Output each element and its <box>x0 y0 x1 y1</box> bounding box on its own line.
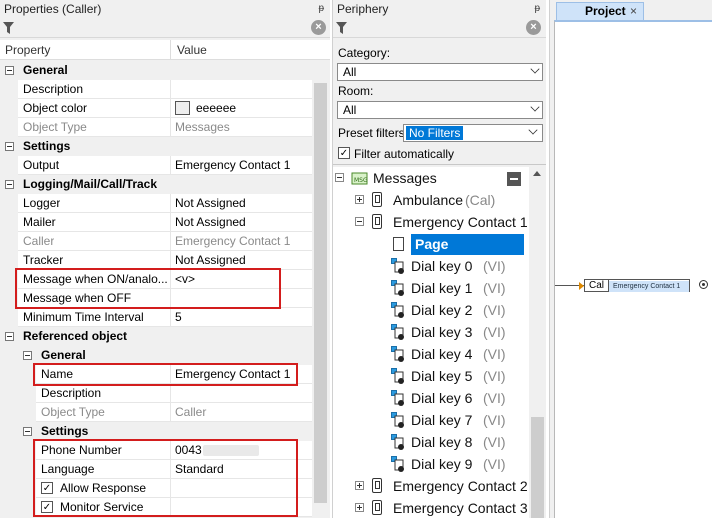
virtual-input-icon <box>391 346 404 362</box>
preset-filters-label: Preset filters <box>338 126 405 140</box>
row-allow-response[interactable]: ✓ Allow Response <box>0 479 312 498</box>
room-select[interactable]: All <box>337 101 543 119</box>
row-ref-object-type: Object Type Caller <box>0 403 312 422</box>
virtual-input-icon <box>391 324 404 340</box>
collapse-icon[interactable] <box>5 66 14 75</box>
chevron-down-icon <box>528 125 538 135</box>
periphery-title-bar: Periphery ᵽ <box>333 0 546 18</box>
virtual-input-icon <box>391 456 404 472</box>
row-ref-description[interactable]: Description <box>0 384 312 403</box>
group-logging[interactable]: Logging/Mail/Call/Track <box>0 175 312 194</box>
row-monitor-service[interactable]: ✓ Monitor Service <box>0 498 312 517</box>
periphery-panel: Periphery ᵽ × Category: All Room: All Pr… <box>332 0 546 518</box>
virtual-input-icon <box>391 258 404 274</box>
row-object-color[interactable]: Object color eeeeee <box>0 99 312 118</box>
expand-icon[interactable] <box>355 503 364 512</box>
page-icon <box>393 237 404 251</box>
periphery-title: Periphery <box>337 2 389 16</box>
virtual-input-icon <box>391 434 404 450</box>
category-select[interactable]: All <box>337 63 543 81</box>
filter-icon <box>336 22 347 34</box>
collapse-all-icon[interactable] <box>507 172 521 186</box>
room-label: Room: <box>338 84 374 98</box>
collapse-icon[interactable] <box>23 351 32 360</box>
messages-folder-icon: MSG <box>351 172 368 185</box>
expand-icon[interactable] <box>355 195 364 204</box>
group-general[interactable]: General <box>0 61 312 80</box>
virtual-input-icon <box>391 412 404 428</box>
phone-device-icon <box>372 214 382 229</box>
phone-device-icon <box>372 478 382 493</box>
group-settings[interactable]: Settings <box>0 137 312 156</box>
color-swatch[interactable] <box>175 101 190 115</box>
virtual-input-icon <box>391 368 404 384</box>
expand-icon[interactable] <box>355 481 364 490</box>
monitor-service-checkbox[interactable]: ✓ <box>41 501 53 513</box>
periphery-scrollbar[interactable] <box>529 167 546 518</box>
row-tracker[interactable]: Tracker Not Assigned <box>0 251 312 270</box>
row-description[interactable]: Description <box>0 80 312 99</box>
chevron-down-icon <box>530 64 540 74</box>
filter-icon <box>3 22 14 34</box>
group-ref-settings[interactable]: Settings <box>0 422 312 441</box>
collapse-icon[interactable] <box>355 217 364 226</box>
properties-panel: Properties (Caller) ᵽ × Property Value G… <box>0 0 330 518</box>
row-name[interactable]: Name Emergency Contact 1 <box>0 365 312 384</box>
row-object-type: Object Type Messages <box>0 118 312 137</box>
row-message-on[interactable]: Message when ON/analo... <v> <box>0 270 312 289</box>
clear-filter-icon[interactable]: × <box>311 20 326 35</box>
pin-icon[interactable]: ᵽ <box>318 0 324 18</box>
phone-device-icon <box>372 192 382 207</box>
col-value: Value <box>177 43 207 57</box>
svg-text:MSG: MSG <box>354 177 368 184</box>
close-icon[interactable]: × <box>630 3 637 19</box>
row-caller: Caller Emergency Contact 1 <box>0 232 312 251</box>
redacted-block <box>203 445 259 456</box>
periphery-filter-bar[interactable]: × <box>333 18 546 38</box>
col-property: Property <box>5 43 51 57</box>
properties-scrollbar[interactable] <box>312 61 329 518</box>
scrollbar-thumb[interactable] <box>314 83 327 503</box>
allow-response-checkbox[interactable]: ✓ <box>41 482 53 494</box>
collapse-icon[interactable] <box>5 332 14 341</box>
project-panel: Project × Cal Emergency Contact 1 <box>549 0 712 518</box>
virtual-input-icon <box>391 302 404 318</box>
category-label: Category: <box>338 46 391 60</box>
pin-icon[interactable]: ᵽ <box>534 0 540 18</box>
collapse-icon[interactable] <box>335 173 344 182</box>
output-port-icon[interactable] <box>699 280 708 289</box>
periphery-tree: MSG Messages Ambulance (Cal) Emergency C… <box>333 167 529 518</box>
tab-project[interactable]: Project × <box>556 2 644 20</box>
caller-block[interactable]: Cal Emergency Contact 1 <box>584 279 691 292</box>
row-message-off[interactable]: Message when OFF <box>0 289 312 308</box>
row-phone-number[interactable]: Phone Number 0043 <box>0 441 312 460</box>
row-min-time-interval[interactable]: Minimum Time Interval 5 <box>0 308 312 327</box>
row-mailer[interactable]: Mailer Not Assigned <box>0 213 312 232</box>
project-canvas[interactable]: Cal Emergency Contact 1 <box>554 20 712 518</box>
chevron-down-icon <box>530 102 540 112</box>
properties-title: Properties (Caller) <box>4 2 102 16</box>
properties-title-bar: Properties (Caller) ᵽ <box>0 0 330 18</box>
clear-filter-icon[interactable]: × <box>526 20 541 35</box>
scroll-up-icon[interactable] <box>533 171 541 176</box>
virtual-input-icon <box>391 390 404 406</box>
scrollbar-thumb[interactable] <box>531 417 544 518</box>
properties-filter-bar[interactable]: × <box>0 18 330 38</box>
group-ref-general[interactable]: General <box>0 346 312 365</box>
row-logger[interactable]: Logger Not Assigned <box>0 194 312 213</box>
row-output[interactable]: Output Emergency Contact 1 <box>0 156 312 175</box>
properties-grid: General Description Object color eeeeee … <box>0 61 312 517</box>
group-referenced-object[interactable]: Referenced object <box>0 327 312 346</box>
filter-automatically-label: Filter automatically <box>354 147 455 161</box>
preset-filters-select[interactable]: No Filters <box>403 124 543 142</box>
row-language[interactable]: Language Standard <box>0 460 312 479</box>
collapse-icon[interactable] <box>5 142 14 151</box>
phone-device-icon <box>372 500 382 515</box>
collapse-icon[interactable] <box>23 427 32 436</box>
properties-column-header: Property Value <box>0 40 330 60</box>
collapse-icon[interactable] <box>5 180 14 189</box>
virtual-input-icon <box>391 280 404 296</box>
filter-automatically-checkbox[interactable]: ✓ <box>338 147 350 159</box>
